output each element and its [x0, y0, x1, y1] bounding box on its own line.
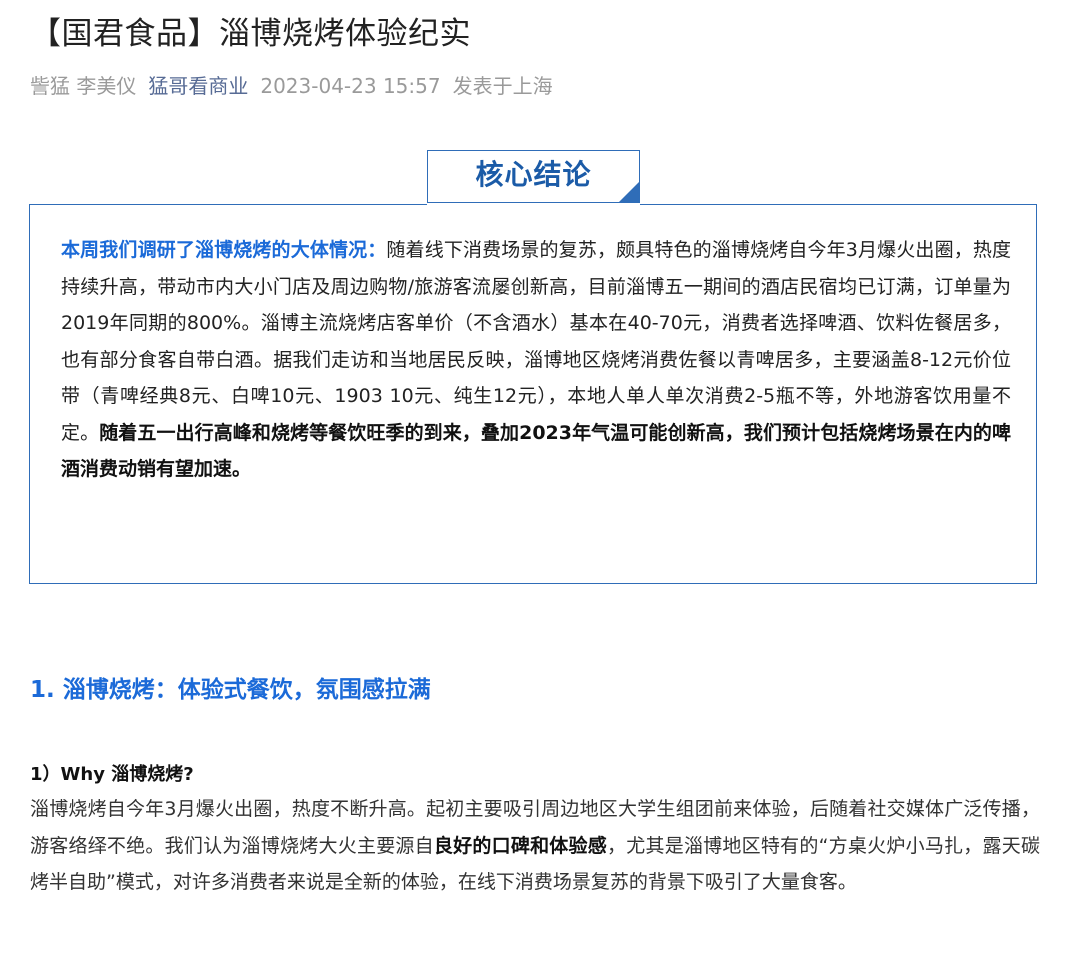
- paragraph-bold-phrase: 良好的口碑和体验感: [433, 834, 608, 857]
- badge-border-gap: [427, 203, 640, 206]
- core-conclusion-text: 本周我们调研了淄博烧烤的大体情况：随着线下消费场景的复苏，颇具特色的淄博烧烤自今…: [61, 232, 1011, 488]
- summary-emphasis: 随着五一出行高峰和烧烤等餐饮旺季的到来，叠加2023年气温可能创新高，我们预计包…: [61, 421, 1011, 481]
- author-names: 訾猛 李美仪: [30, 74, 137, 98]
- publish-datetime: 2023-04-23 15:57: [260, 74, 441, 98]
- body-paragraph: 淄博烧烤自今年3月爆火出圈，热度不断升高。起初主要吸引周边地区大学生组团前来体验…: [30, 791, 1040, 901]
- core-conclusion-label: 核心结论: [475, 158, 592, 191]
- section-heading: 1. 淄博烧烤：体验式餐饮，氛围感拉满: [30, 677, 431, 703]
- summary-lead: 本周我们调研了淄博烧烤的大体情况：: [61, 239, 387, 261]
- account-name-link[interactable]: 猛哥看商业: [148, 74, 248, 98]
- summary-body: 随着线下消费场景的复苏，颇具特色的淄博烧烤自今年3月爆火出圈，热度持续升高，带动…: [61, 239, 1011, 444]
- article-title: 【国君食品】淄博烧烤体验纪实: [30, 16, 471, 52]
- publish-location: 发表于上海: [452, 74, 553, 98]
- core-conclusion-badge: 核心结论: [427, 150, 640, 203]
- sub-heading: 1）Why 淄博烧烤?: [30, 764, 194, 785]
- article-meta: 訾猛 李美仪 猛哥看商业 2023-04-23 15:57 发表于上海: [30, 70, 565, 99]
- badge-corner-triangle: [619, 182, 639, 202]
